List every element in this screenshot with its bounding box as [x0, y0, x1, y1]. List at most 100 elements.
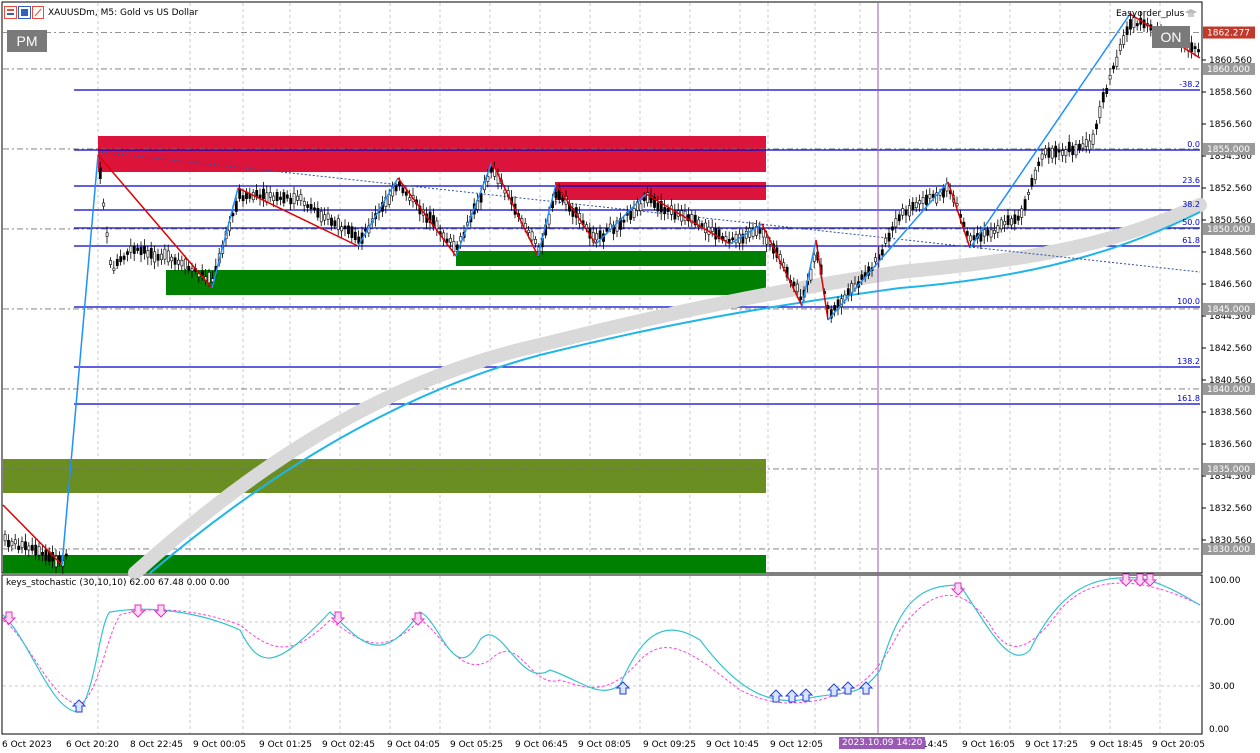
- candle-body: [347, 225, 350, 235]
- chart-window-icon[interactable]: [4, 6, 44, 19]
- candle-body: [914, 202, 918, 209]
- fib-level-label: 61.8: [1182, 236, 1200, 245]
- candle-body: [44, 549, 48, 561]
- candle-body: [731, 237, 735, 241]
- candle-body: [122, 255, 126, 260]
- candle-body: [1118, 44, 1122, 51]
- oscillator-axis: 100.00 70.00 30.00 0.00: [1209, 576, 1241, 735]
- candle-body: [24, 541, 27, 551]
- candle-body: [1098, 106, 1102, 118]
- candle-body: [1125, 26, 1129, 35]
- candle-body: [177, 259, 180, 265]
- candle-body: [119, 256, 123, 263]
- fib-level-label: 161.8: [1177, 394, 1200, 403]
- time-tick-label: 9 Oct 05:25: [450, 740, 503, 750]
- candle-body: [336, 218, 340, 230]
- candle-body: [489, 167, 493, 173]
- candle-body: [268, 192, 272, 198]
- price-tag-label: 1830.000: [1207, 545, 1250, 555]
- candle-body: [486, 176, 490, 182]
- time-tick-label: 8 Oct 22:45: [130, 740, 183, 750]
- price-chart[interactable]: 1860.5601858.5601856.5601854.5601852.560…: [0, 0, 1260, 753]
- candle-body: [207, 271, 211, 284]
- time-tick-label: 9 Oct 08:05: [578, 740, 631, 750]
- candle-body: [187, 265, 191, 271]
- candle-body: [105, 232, 109, 237]
- fib-level-label: -38.2: [1179, 80, 1200, 89]
- candle-body: [37, 545, 41, 556]
- candle-body: [173, 257, 177, 265]
- candle-body: [986, 229, 990, 236]
- candle-body: [20, 541, 24, 548]
- candle-body: [1078, 143, 1081, 151]
- candle-body: [190, 268, 194, 272]
- candle-body: [761, 229, 765, 238]
- candle-body: [1050, 147, 1054, 159]
- candle-body: [156, 254, 160, 261]
- candle-body: [1197, 49, 1200, 53]
- price-tag-label: 1835.000: [1207, 465, 1250, 475]
- candle-body: [306, 204, 310, 208]
- candle-body: [1057, 149, 1061, 153]
- candle-body: [765, 236, 769, 245]
- candle-body: [727, 238, 731, 243]
- candle-body: [479, 193, 483, 203]
- candle-body: [139, 246, 143, 255]
- candle-body: [996, 225, 1000, 233]
- candle-body: [10, 540, 14, 547]
- candle-body: [683, 210, 687, 221]
- candle-body: [622, 219, 626, 223]
- time-tick-label: 9 Oct 04:05: [387, 740, 440, 750]
- candle-body: [1129, 19, 1132, 30]
- candle-body: [132, 245, 136, 254]
- fib-level-label: 100.0: [1177, 297, 1200, 306]
- candle-body: [289, 197, 293, 205]
- candle-body: [554, 191, 558, 198]
- time-tick-label: 9 Oct 17:25: [1025, 740, 1078, 750]
- candle-body: [993, 229, 996, 234]
- candle-body: [166, 250, 170, 263]
- candle-body: [302, 201, 306, 206]
- candle-body: [241, 195, 245, 202]
- candle-body: [1030, 178, 1034, 187]
- on-button[interactable]: ON: [1152, 26, 1190, 48]
- candle-body: [812, 254, 816, 262]
- candle-body: [452, 241, 456, 252]
- price-tick-label: 1836.560: [1209, 440, 1252, 450]
- price-tick-label: 1856.560: [1209, 120, 1252, 130]
- candle-body: [27, 545, 31, 551]
- candle-body: [126, 251, 129, 255]
- candle-body: [1016, 215, 1020, 221]
- candle-body: [527, 229, 531, 233]
- candle-body: [1037, 161, 1041, 167]
- candle-body: [860, 274, 864, 280]
- candle-body: [17, 545, 21, 550]
- candle-body: [98, 167, 102, 179]
- candle-body: [639, 203, 643, 212]
- candle-body: [296, 195, 299, 201]
- candle-body: [115, 258, 119, 267]
- candle-body: [921, 197, 925, 204]
- candle-body: [1033, 169, 1037, 180]
- candle-body: [918, 200, 922, 205]
- price-axis: 1860.5601858.5601856.5601854.5601852.560…: [1202, 26, 1255, 555]
- candle-body: [1044, 148, 1047, 156]
- candle-body: [629, 210, 633, 220]
- time-tick-label: 9 Oct 10:45: [706, 740, 759, 750]
- candle-body: [1108, 75, 1112, 80]
- price-tag-label: 1855.000: [1207, 145, 1250, 155]
- candle-body: [999, 219, 1003, 230]
- candle-body: [285, 194, 289, 199]
- candle-body: [595, 233, 599, 241]
- candle-body: [965, 231, 969, 236]
- osc-tick-label: 30.00: [1209, 682, 1235, 692]
- candle-body: [663, 207, 667, 214]
- price-tick-label: 1838.560: [1209, 408, 1252, 418]
- candle-body: [7, 539, 10, 548]
- candle-body: [13, 539, 17, 545]
- candle-body: [598, 230, 602, 239]
- candle-body: [34, 544, 38, 556]
- pm-button[interactable]: PM: [7, 30, 47, 52]
- supply-zone-main: [98, 136, 766, 172]
- candle-body: [561, 197, 565, 202]
